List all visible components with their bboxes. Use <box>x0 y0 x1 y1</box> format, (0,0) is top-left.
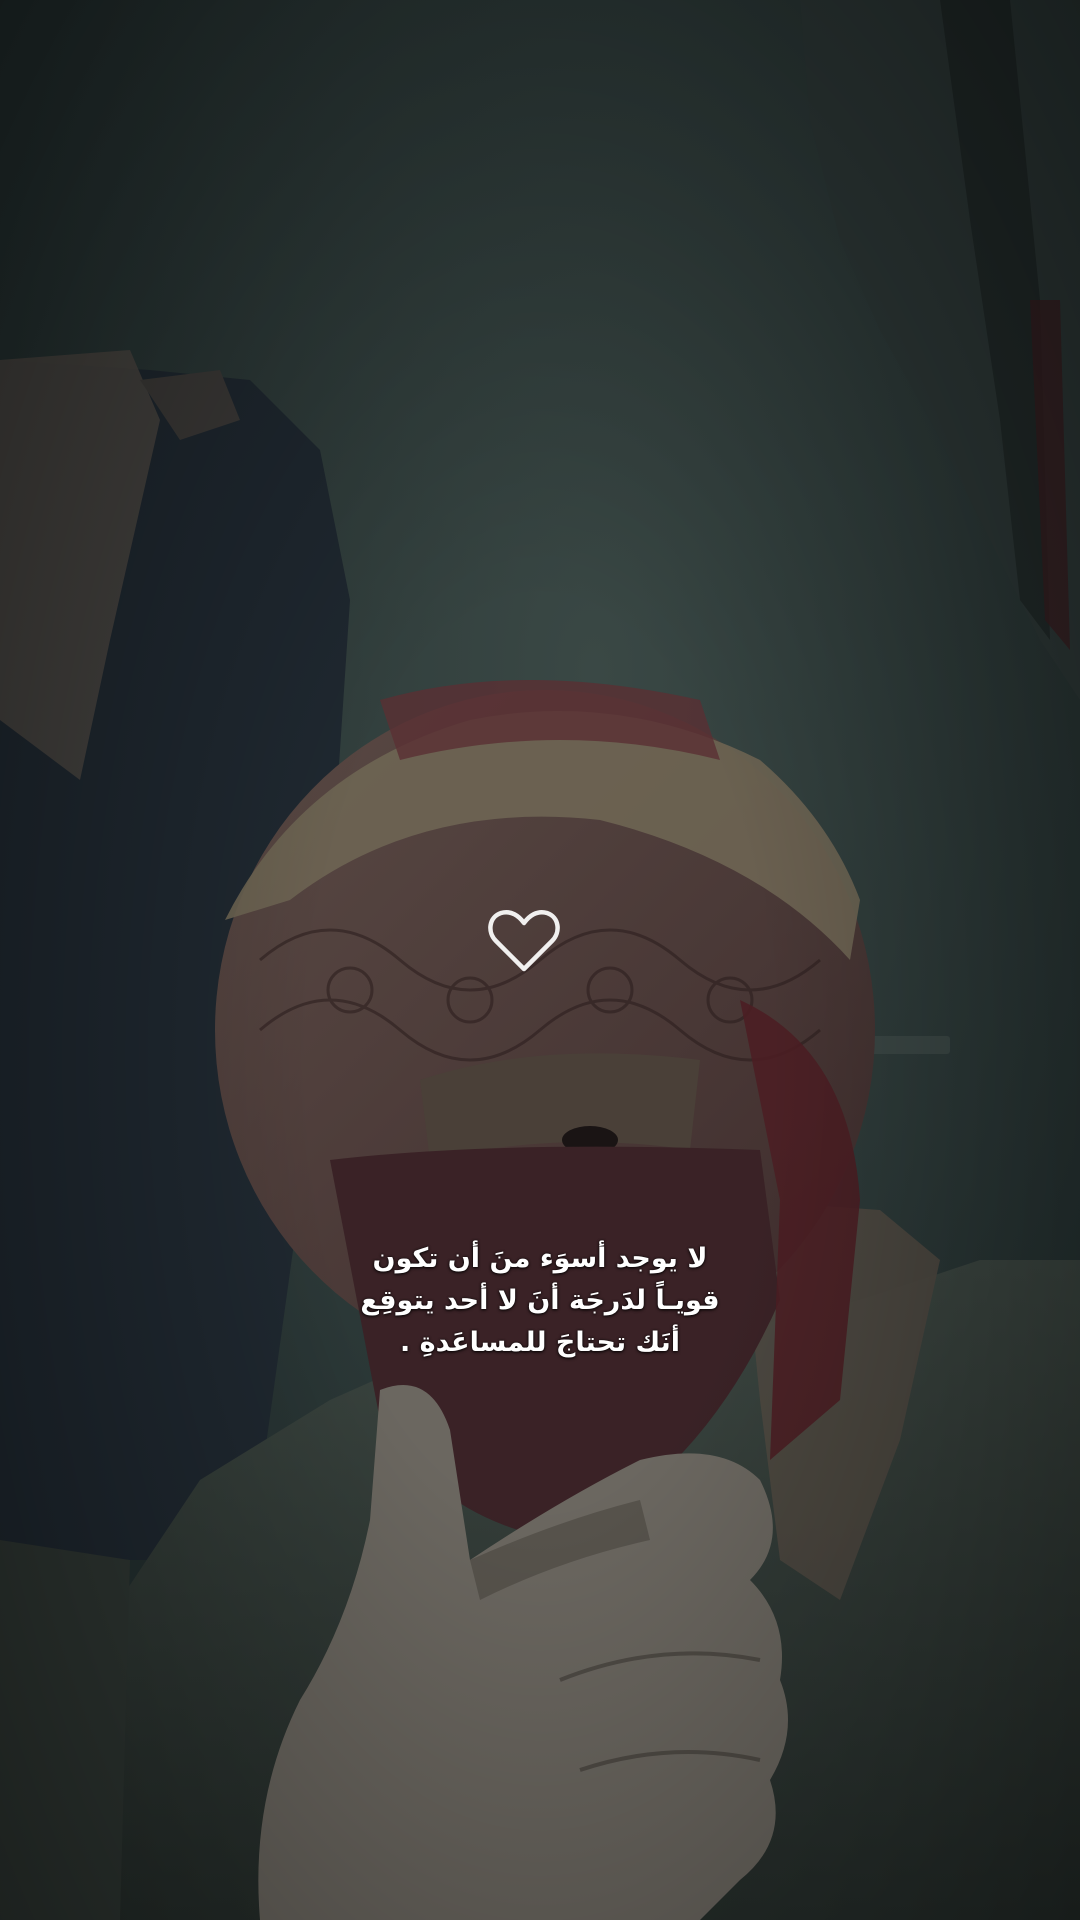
caption-line-1: لا يوجد أسوَء منَ أن تكون <box>372 1243 708 1274</box>
story-screen: لا يوجد أسوَء منَ أن تكون قويـاً لدَرجَة… <box>0 0 1080 1920</box>
caption-line-2: قويـاً لدَرجَة أنَ لا أحد يتوقِع <box>360 1285 720 1316</box>
story-caption: لا يوجد أسوَء منَ أن تكون قويـاً لدَرجَة… <box>240 1238 840 1364</box>
heart-outline-icon[interactable] <box>486 906 562 976</box>
caption-line-3: أنَك تحتاجَ للمساعَدةِ . <box>399 1327 681 1358</box>
